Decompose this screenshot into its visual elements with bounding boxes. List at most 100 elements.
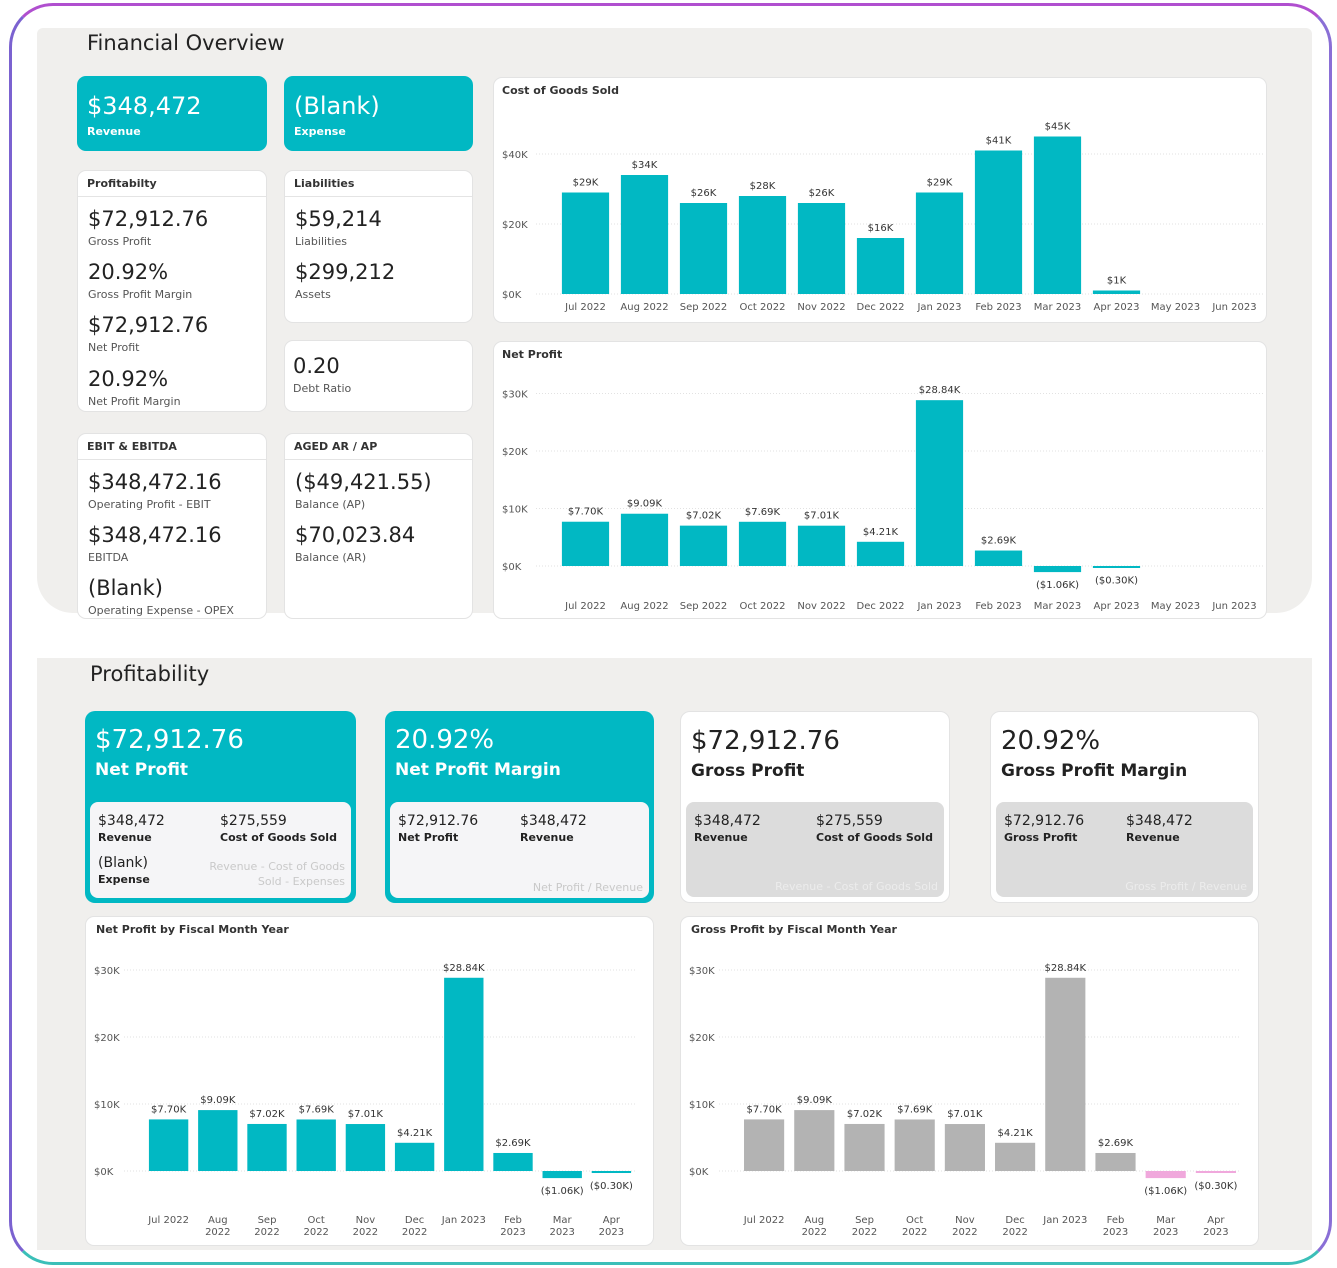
data-label: ($0.30K) [1194,1181,1237,1192]
y-tick-label: $20K [689,1033,715,1044]
bar [561,521,610,566]
gm-gross-profit-value: $72,912.76 [1004,813,1085,829]
ap-balance-value: ($49,421.55) [295,470,432,494]
data-label: $4.21K [397,1128,433,1139]
x-tick-label: Jan 2023 [916,302,961,313]
bar [738,196,787,294]
np-cogs-value: $275,559 [220,813,287,829]
np-expense-value: (Blank) [98,855,148,871]
cogs-chart-card[interactable]: Cost of Goods Sold $0K $20K $40K $29K Jul 20… [493,77,1267,323]
x-tick-label: Nov 2022 [797,601,845,612]
profitability-card[interactable]: Profitabilty $72,912.76 Gross Profit 20.… [77,170,267,412]
assets-value: $299,212 [295,260,396,284]
x-tick-label: Mar 2023 [1034,302,1082,313]
y-tick-label: $30K [689,966,715,977]
bar [797,525,846,566]
y-tick-label: $40K [502,150,528,161]
y-tick-label: $30K [502,390,528,401]
ar-balance-value: $70,023.84 [295,523,416,547]
bar [1092,566,1141,568]
x-tick-label: Oct 2022 [740,302,786,313]
x-tick-label: Sep 2022 [680,601,727,612]
gross-margin-summary-label: Gross Profit Margin [1001,761,1188,781]
x-tick-label: Dec 2022 [857,302,905,313]
gross-profit-margin-summary-card[interactable]: 20.92% Gross Profit Margin $72,912.76 Gr… [990,711,1259,903]
x-tick-label: Oct 2022 [902,1215,927,1238]
net-profit-label: Net Profit [88,341,140,354]
x-tick-label: Aug 2022 [205,1215,230,1238]
net-profit-summary-card[interactable]: $72,912.76 Net Profit $348,472 Revenue $… [85,711,356,903]
bar [974,150,1023,294]
gross-margin-value: 20.92% [88,260,169,284]
gross-profit-fiscal-chart-card[interactable]: Gross Profit by Fiscal Month Year $0K $10… [680,916,1259,1246]
y-tick-label: $10K [689,1100,715,1111]
x-tick-label: Jun 2023 [1211,302,1256,313]
net-profit-margin-summary-card[interactable]: 20.92% Net Profit Margin $72,912.76 Net … [385,711,654,903]
bar [1092,290,1141,294]
ebitda-label: EBITDA [88,551,129,564]
y-tick-label: $0K [502,290,522,301]
bar [620,513,669,566]
data-label: $7.02K [847,1109,883,1120]
bar [493,1152,533,1171]
np-formula: Revenue - Cost of Goods Sold - Expenses [209,860,345,888]
revenue-label: Revenue [87,125,141,138]
expense-kpi-card[interactable]: (Blank) Expense [284,76,473,151]
data-label: $28.84K [919,385,961,396]
data-label: ($1.06K) [1036,580,1079,591]
aged-ar-ap-card[interactable]: AGED AR / AP ($49,421.55) Balance (AP) $… [284,433,473,619]
data-label: $29K [573,178,599,189]
bar [844,1123,885,1171]
data-label: $2.69K [495,1138,531,1149]
net-profit-fiscal-chart-card[interactable]: Net Profit by Fiscal Month Year $0K $10K $… [85,916,654,1246]
x-tick-label: Jul 2022 [743,1215,785,1226]
profitability-title: Profitability [90,662,210,686]
gp-cogs-value: $275,559 [816,813,883,829]
gross-profit-summary-card[interactable]: $72,912.76 Gross Profit $348,472 Revenue… [680,711,950,903]
net-margin-summary-value: 20.92% [395,725,495,755]
x-tick-label: Dec 2022 [857,601,905,612]
data-label: ($0.30K) [590,1181,633,1192]
liabilities-card-header: Liabilities [285,171,472,197]
bar [738,521,787,566]
debt-ratio-card[interactable]: 0.20 Debt Ratio [284,340,473,412]
gm-formula: Gross Profit / Revenue [1125,880,1247,893]
x-tick-label: Oct 2022 [303,1215,328,1238]
gross-profit-value: $72,912.76 [88,207,209,231]
data-label: $7.01K [348,1109,384,1120]
liabilities-card[interactable]: Liabilities $59,214 Liabilities $299,212… [284,170,473,323]
bar [296,1119,336,1171]
x-tick-label: Mar 2023 [549,1215,574,1238]
x-tick-label: Aug 2022 [620,302,668,313]
x-tick-label: Sep 2022 [254,1215,279,1238]
x-tick-label: Oct 2022 [740,601,786,612]
net-profit-value: $72,912.76 [88,313,209,337]
net-profit-fiscal-chart: $0K $10K $20K $30K $7.70K Jul 2022 $9.09K Aug 20… [94,963,636,1238]
data-label: $9.09K [797,1095,833,1106]
x-tick-label: Feb 2023 [500,1215,525,1238]
net-profit-breakdown: $348,472 Revenue $275,559 Cost of Goods … [90,802,351,898]
bar [794,1110,835,1171]
net-profit-summary-label: Net Profit [95,760,189,780]
bar [1045,977,1086,1171]
profitability-card-header: Profitabilty [78,171,266,197]
ebit-ebitda-card[interactable]: EBIT & EBITDA $348,472.16 Operating Prof… [77,433,267,619]
gp-formula: Revenue - Cost of Goods Sold [775,880,938,893]
np-revenue-label: Revenue [98,831,152,844]
expense-value: (Blank) [294,92,380,120]
data-label: $7.70K [151,1104,187,1115]
data-label: $7.69K [299,1104,335,1115]
net-profit-chart-card[interactable]: Net Profit $0K $10K $20K $30K $7.70K Jul 2022… [493,341,1267,619]
x-tick-label: Feb 2023 [1103,1215,1128,1238]
net-margin-value: 20.92% [88,367,169,391]
liabilities-value: $59,214 [295,207,382,231]
revenue-kpi-card[interactable]: $348,472 Revenue [77,76,267,151]
y-tick-label: $30K [94,966,120,977]
data-label: ($1.06K) [541,1186,584,1197]
data-label: $1K [1107,276,1127,287]
x-tick-label: Dec 2022 [1002,1215,1027,1238]
data-label: $7.70K [747,1104,783,1115]
x-tick-label: Sep 2022 [852,1215,877,1238]
gm-revenue-value: $348,472 [1126,813,1193,829]
x-tick-label: Jan 2023 [1042,1215,1087,1226]
